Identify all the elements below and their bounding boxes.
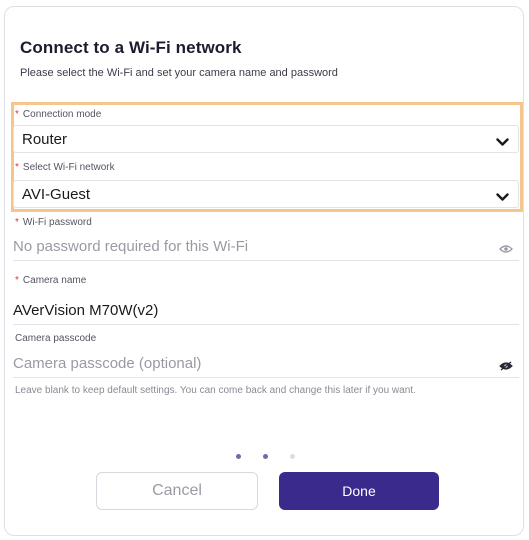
chevron-down-icon xyxy=(496,134,509,152)
dialog-title: Connect to a Wi-Fi network xyxy=(20,38,242,57)
required-mark: * xyxy=(15,162,19,173)
camera-passcode-label: Camera passcode xyxy=(15,333,97,344)
required-mark: * xyxy=(15,217,19,228)
eye-icon[interactable] xyxy=(499,241,513,259)
required-mark: * xyxy=(15,275,19,286)
wifi-network-value: AVI-Guest xyxy=(22,186,91,203)
page-dot xyxy=(290,454,295,459)
wifi-network-select[interactable]: AVI-Guest xyxy=(13,180,519,208)
required-mark: * xyxy=(15,109,19,120)
done-button[interactable]: Done xyxy=(279,472,439,510)
connection-mode-select[interactable]: Router xyxy=(13,125,519,153)
connection-mode-value: Router xyxy=(22,131,68,148)
wifi-password-placeholder: No password required for this Wi-Fi xyxy=(13,238,249,255)
camera-passcode-placeholder: Camera passcode (optional) xyxy=(13,355,202,372)
camera-name-label: * Camera name xyxy=(15,275,87,286)
wifi-network-label: * Select Wi-Fi network xyxy=(15,162,115,173)
wifi-password-label: * Wi-Fi password xyxy=(15,217,92,228)
dialog-subtitle: Please select the Wi-Fi and set your cam… xyxy=(20,67,338,79)
camera-passcode-field[interactable]: Camera passcode (optional) xyxy=(13,350,519,378)
passcode-helper-text: Leave blank to keep default settings. Yo… xyxy=(15,385,416,396)
camera-name-field[interactable]: AVerVision M70W(v2) xyxy=(13,297,519,325)
chevron-down-icon xyxy=(496,189,509,207)
page-dot xyxy=(263,454,268,459)
eye-off-icon[interactable] xyxy=(499,358,513,376)
connection-mode-label: * Connection mode xyxy=(15,109,102,120)
camera-name-value: AVerVision M70W(v2) xyxy=(13,302,159,319)
wifi-password-field[interactable]: No password required for this Wi-Fi xyxy=(13,233,519,261)
page-dot xyxy=(236,454,241,459)
cancel-button[interactable]: Cancel xyxy=(96,472,258,510)
